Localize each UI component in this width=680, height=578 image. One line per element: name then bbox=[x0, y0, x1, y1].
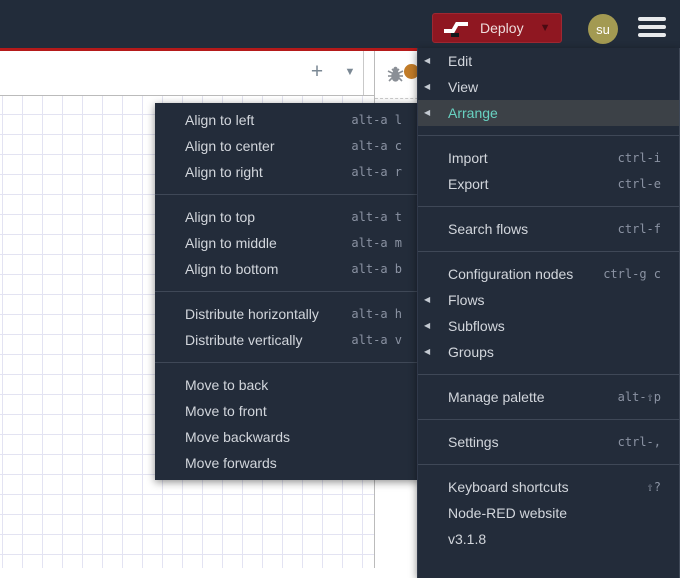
menu-group: Keyboard shortcuts ⇧? Node-RED website v3.1… bbox=[418, 464, 679, 552]
menu-item-label: v3.1.8 bbox=[448, 531, 487, 547]
menu-item-align-to-bottom[interactable]: Align to bottom alt-a b bbox=[155, 256, 420, 282]
menu-item-label: Groups bbox=[448, 344, 494, 360]
menu-item-label: Align to bottom bbox=[185, 261, 279, 277]
menu-item-view[interactable]: ◀ View bbox=[418, 74, 679, 100]
menu-item-label: Flows bbox=[448, 292, 485, 308]
menu-item-align-to-left[interactable]: Align to left alt-a l bbox=[155, 107, 420, 133]
submenu-left-arrow-icon: ◀ bbox=[424, 82, 431, 91]
menu-item-arrange[interactable]: ◀ Arrange bbox=[418, 100, 679, 126]
submenu-left-arrow-icon: ◀ bbox=[424, 56, 431, 65]
deploy-wire-icon bbox=[444, 22, 468, 37]
menu-item-shortcut: alt-a c bbox=[351, 139, 402, 153]
menu-item-label: Subflows bbox=[448, 318, 505, 334]
menu-item-label: View bbox=[448, 79, 479, 95]
menu-item-move-forwards[interactable]: Move forwards bbox=[155, 450, 420, 476]
menu-group: Distribute horizontally alt-a h Distribute… bbox=[155, 291, 420, 353]
flow-list-caret-button[interactable]: ▼ bbox=[340, 61, 360, 83]
menu-item-shortcut: alt-a m bbox=[351, 236, 402, 250]
menu-item-shortcut: alt-a t bbox=[351, 210, 402, 224]
submenu-left-arrow-icon: ◀ bbox=[424, 347, 431, 356]
menu-group: Configuration nodes ctrl-g c ◀ Flows ◀ Subflo… bbox=[418, 251, 679, 365]
menu-group: ◀ Edit ◀ View ◀ Arrange bbox=[418, 48, 679, 126]
bug-icon[interactable] bbox=[387, 65, 404, 83]
menu-item-edit[interactable]: ◀ Edit bbox=[418, 48, 679, 74]
menu-item-distribute-vertically[interactable]: Distribute vertically alt-a v bbox=[155, 327, 420, 353]
menu-item-label: Arrange bbox=[448, 105, 498, 121]
menu-item-shortcut: ctrl-, bbox=[617, 435, 661, 449]
menu-item-search-flows[interactable]: Search flows ctrl-f bbox=[418, 216, 679, 242]
menu-item-node-red-website[interactable]: Node-RED website bbox=[418, 500, 679, 526]
menu-item-shortcut: alt-a r bbox=[351, 165, 402, 179]
menu-item-keyboard-shortcuts[interactable]: Keyboard shortcuts ⇧? bbox=[418, 474, 679, 500]
menu-item-label: Move backwards bbox=[185, 429, 291, 445]
menu-item-shortcut: ctrl-g c bbox=[603, 267, 661, 281]
menu-item-shortcut: alt-⇧p bbox=[617, 390, 661, 404]
menu-item-settings[interactable]: Settings ctrl-, bbox=[418, 429, 679, 455]
menu-group: Align to left alt-a l Align to center alt-a… bbox=[155, 107, 420, 185]
menu-item-distribute-horizontally[interactable]: Distribute horizontally alt-a h bbox=[155, 301, 420, 327]
menu-item-label: Move to back bbox=[185, 377, 269, 393]
menu-item-label: Move forwards bbox=[185, 455, 277, 471]
submenu-left-arrow-icon: ◀ bbox=[424, 321, 431, 330]
menu-item-label: Align to top bbox=[185, 209, 256, 225]
menu-item-configuration-nodes[interactable]: Configuration nodes ctrl-g c bbox=[418, 261, 679, 287]
menu-group: Align to top alt-a t Align to middle alt-a … bbox=[155, 194, 420, 282]
menu-item-shortcut: alt-a h bbox=[351, 307, 402, 321]
menu-item-label: Align to left bbox=[185, 112, 255, 128]
menu-item-v3.1.8[interactable]: v3.1.8 bbox=[418, 526, 679, 552]
menu-item-shortcut: ⇧? bbox=[646, 480, 661, 494]
menu-item-shortcut: ctrl-f bbox=[617, 222, 661, 236]
menu-item-label: Keyboard shortcuts bbox=[448, 479, 569, 495]
menu-group: Import ctrl-i Export ctrl-e bbox=[418, 135, 679, 197]
menu-item-label: Distribute horizontally bbox=[185, 306, 319, 322]
menu-item-label: Distribute vertically bbox=[185, 332, 303, 348]
deploy-caret-icon[interactable]: ▼ bbox=[540, 22, 551, 34]
menu-item-label: Edit bbox=[448, 53, 473, 69]
menu-item-label: Configuration nodes bbox=[448, 266, 574, 282]
menu-group: Move to back Move to front Move backwards M… bbox=[155, 362, 420, 476]
menu-item-manage-palette[interactable]: Manage palette alt-⇧p bbox=[418, 384, 679, 410]
menu-item-label: Move to front bbox=[185, 403, 267, 419]
menu-item-shortcut: ctrl-i bbox=[617, 151, 661, 165]
menu-group: Settings ctrl-, bbox=[418, 419, 679, 455]
menu-item-shortcut: alt-a v bbox=[351, 333, 402, 347]
deploy-button[interactable]: Deploy ▼ bbox=[432, 13, 562, 43]
menu-item-shortcut: ctrl-e bbox=[617, 177, 661, 191]
menu-item-align-to-right[interactable]: Align to right alt-a r bbox=[155, 159, 420, 185]
menu-item-label: Import bbox=[448, 150, 488, 166]
menu-item-move-to-front[interactable]: Move to front bbox=[155, 398, 420, 424]
menu-item-move-backwards[interactable]: Move backwards bbox=[155, 424, 420, 450]
menu-group: Search flows ctrl-f bbox=[418, 206, 679, 242]
menu-item-label: Export bbox=[448, 176, 489, 192]
menu-item-label: Node-RED website bbox=[448, 505, 568, 521]
main-menu-dropdown: ◀ Edit ◀ View ◀ Arrange Import ctrl-i Export ctrl… bbox=[417, 48, 680, 578]
header-bar: Deploy ▼ su bbox=[0, 0, 680, 48]
menu-item-import[interactable]: Import ctrl-i bbox=[418, 145, 679, 171]
submenu-left-arrow-icon: ◀ bbox=[424, 108, 431, 117]
hamburger-menu-icon[interactable] bbox=[638, 17, 666, 39]
arrange-submenu: Align to left alt-a l Align to center alt-a… bbox=[155, 103, 420, 480]
menu-group: Manage palette alt-⇧p bbox=[418, 374, 679, 410]
user-avatar[interactable]: su bbox=[588, 14, 618, 44]
menu-item-label: Manage palette bbox=[448, 389, 545, 405]
menu-item-subflows[interactable]: ◀ Subflows bbox=[418, 313, 679, 339]
menu-item-shortcut: alt-a l bbox=[351, 113, 402, 127]
menu-item-export[interactable]: Export ctrl-e bbox=[418, 171, 679, 197]
menu-item-align-to-center[interactable]: Align to center alt-a c bbox=[155, 133, 420, 159]
menu-item-flows[interactable]: ◀ Flows bbox=[418, 287, 679, 313]
menu-item-move-to-back[interactable]: Move to back bbox=[155, 372, 420, 398]
menu-item-align-to-top[interactable]: Align to top alt-a t bbox=[155, 204, 420, 230]
submenu-left-arrow-icon: ◀ bbox=[424, 295, 431, 304]
menu-item-align-to-middle[interactable]: Align to middle alt-a m bbox=[155, 230, 420, 256]
add-flow-button[interactable]: + bbox=[306, 59, 328, 85]
deploy-button-label: Deploy bbox=[480, 20, 524, 36]
tabbar-divider bbox=[363, 51, 364, 95]
menu-item-label: Search flows bbox=[448, 221, 529, 237]
menu-item-label: Settings bbox=[448, 434, 499, 450]
menu-item-shortcut: alt-a b bbox=[351, 262, 402, 276]
menu-item-label: Align to center bbox=[185, 138, 275, 154]
menu-item-groups[interactable]: ◀ Groups bbox=[418, 339, 679, 365]
menu-item-label: Align to middle bbox=[185, 235, 277, 251]
menu-item-label: Align to right bbox=[185, 164, 263, 180]
